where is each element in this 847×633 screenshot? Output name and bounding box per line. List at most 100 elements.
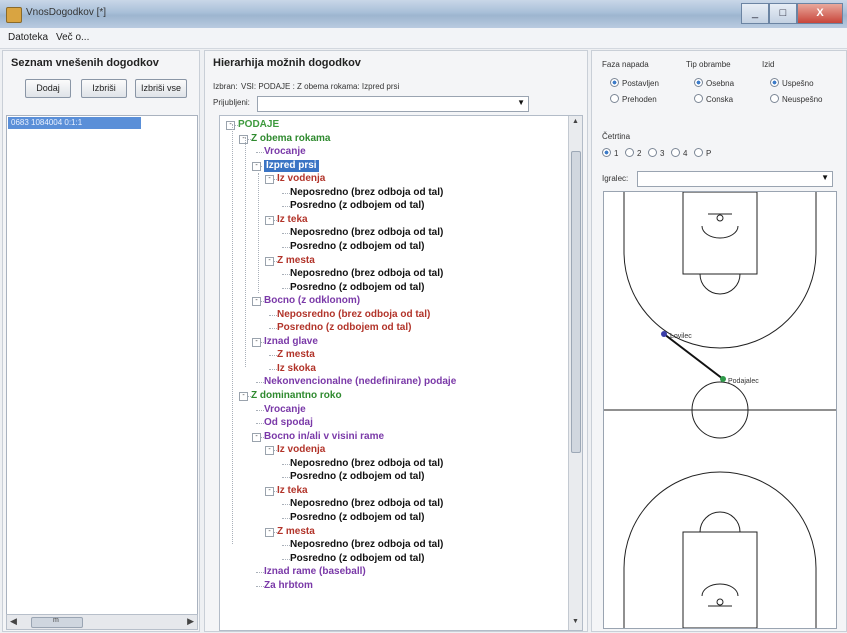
radio-icon[interactable] xyxy=(694,148,703,157)
radio-icon[interactable] xyxy=(694,94,703,103)
radio-icon[interactable] xyxy=(694,78,703,87)
quarter-radio[interactable]: 3 xyxy=(648,148,664,158)
menu-file[interactable]: Datoteka xyxy=(8,32,48,43)
tree-connector xyxy=(256,152,264,154)
maximize-button[interactable]: □ xyxy=(769,3,797,24)
tree-node[interactable]: Posredno (z odbojem od tal) xyxy=(290,200,424,212)
menu-about[interactable]: Več o... xyxy=(56,32,89,43)
expand-collapse-icon[interactable]: - xyxy=(265,175,274,185)
radio-icon[interactable] xyxy=(770,94,779,103)
quarter-radio[interactable]: 2 xyxy=(625,148,641,158)
court-diagram[interactable]: Lovilec Podajalec xyxy=(604,191,836,629)
tree-node[interactable]: Z obema rokama xyxy=(251,133,330,145)
favorites-dropdown[interactable]: ▼ xyxy=(257,96,529,112)
tree-node[interactable]: Posredno (z odbojem od tal) xyxy=(290,471,424,483)
passer-marker[interactable] xyxy=(720,376,726,382)
vertical-scroll-thumb[interactable] xyxy=(571,151,581,453)
quarter-radio[interactable]: 4 xyxy=(671,148,687,158)
scroll-right-icon[interactable]: ▶ xyxy=(187,616,194,627)
tree-node[interactable]: Neposredno (brez odboja od tal) xyxy=(290,498,443,510)
radio-option[interactable]: Prehoden xyxy=(610,94,657,104)
receiver-marker[interactable] xyxy=(661,331,667,337)
chevron-down-icon[interactable]: ▼ xyxy=(517,98,525,107)
expand-collapse-icon[interactable]: - xyxy=(239,392,248,401)
radio-option[interactable]: Osebna xyxy=(694,78,734,88)
radio-option[interactable]: Postavljen xyxy=(610,78,659,88)
scroll-down-icon[interactable]: ▼ xyxy=(572,618,579,625)
tree-node[interactable]: Z mesta xyxy=(277,349,315,361)
radio-icon[interactable] xyxy=(625,148,634,157)
tree-node[interactable]: PODAJE xyxy=(238,119,279,131)
radio-icon[interactable] xyxy=(602,148,611,157)
add-button[interactable]: Dodaj xyxy=(25,79,71,98)
expand-collapse-icon[interactable]: - xyxy=(239,134,248,144)
radio-icon[interactable] xyxy=(610,94,619,103)
hierarchy-title: Hierarhija možnih dogodkov xyxy=(213,57,361,69)
events-listbox[interactable]: 0683 1084004 0:1:1 xyxy=(6,115,198,615)
scroll-up-icon[interactable]: ▲ xyxy=(572,118,579,125)
expand-collapse-icon[interactable]: - xyxy=(265,256,274,266)
tree-node[interactable]: Posredno (z odbojem od tal) xyxy=(290,553,424,565)
expand-collapse-icon[interactable]: - xyxy=(252,337,261,347)
close-button[interactable]: X xyxy=(797,3,843,24)
tree-node[interactable]: Iz vodenja xyxy=(277,444,325,456)
tree-node[interactable]: Iz teka xyxy=(277,485,308,497)
tree-node[interactable]: Iz teka xyxy=(277,214,308,226)
tree-node[interactable]: Iz skoka xyxy=(277,363,316,375)
basketball-court[interactable]: Lovilec Podajalec xyxy=(603,191,837,629)
tree-node[interactable]: Neposredno (brez odboja od tal) xyxy=(290,268,443,280)
tree-node[interactable]: Bocno in/ali v visini rame xyxy=(264,431,384,443)
tree-node[interactable]: Vrocanje xyxy=(264,404,306,416)
tree-node[interactable]: Iznad rame (baseball) xyxy=(264,566,366,578)
expand-collapse-icon[interactable]: - xyxy=(226,121,235,130)
horizontal-scrollbar[interactable]: ◀ m ▶ xyxy=(6,614,198,630)
radio-icon[interactable] xyxy=(648,148,657,157)
radio-option[interactable]: Uspešno xyxy=(770,78,814,88)
delete-all-button[interactable]: Izbriši vse xyxy=(135,79,187,98)
tree-node-selected[interactable]: Izpred prsi xyxy=(263,158,320,173)
tree-node[interactable]: Neposredno (brez odboja od tal) xyxy=(290,187,443,199)
expand-collapse-icon[interactable]: - xyxy=(252,297,261,307)
tree-node[interactable]: Iz vodenja xyxy=(277,173,325,185)
tree-node[interactable]: Iznad glave xyxy=(264,336,318,348)
radio-option[interactable]: Conska xyxy=(694,94,733,104)
radio-icon[interactable] xyxy=(671,148,680,157)
tree-node[interactable]: Vrocanje xyxy=(264,146,306,158)
expand-collapse-icon[interactable]: - xyxy=(265,215,274,225)
scroll-left-icon[interactable]: ◀ xyxy=(10,616,17,627)
tree-node[interactable]: Bocno (z odklonom) xyxy=(264,295,360,307)
expand-collapse-icon[interactable]: - xyxy=(252,432,261,442)
tree-node[interactable]: Od spodaj xyxy=(264,417,313,429)
tree-node[interactable]: Neposredno (brez odboja od tal) xyxy=(277,309,430,321)
delete-button[interactable]: Izbriši xyxy=(81,79,127,98)
minimize-button[interactable]: _ xyxy=(741,3,769,24)
tree-node[interactable]: Neposredno (brez odboja od tal) xyxy=(290,458,443,470)
tree-node[interactable]: Z mesta xyxy=(277,526,315,538)
tree-node[interactable]: Za hrbtom xyxy=(264,580,313,592)
tree-node[interactable]: Z dominantno roko xyxy=(251,390,342,402)
expand-collapse-icon[interactable]: - xyxy=(265,486,274,496)
list-item[interactable]: 0683 1084004 0:1:1 xyxy=(8,117,141,129)
chevron-down-icon[interactable]: ▼ xyxy=(821,173,829,182)
tree-node[interactable]: Posredno (z odbojem od tal) xyxy=(290,241,424,253)
menu-bar: Datoteka Več o... xyxy=(0,28,847,49)
tree-node[interactable]: Posredno (z odbojem od tal) xyxy=(290,512,424,524)
tree-node[interactable]: Posredno (z odbojem od tal) xyxy=(290,282,424,294)
app-window: VnosDogodkov [*] _ □ X Datoteka Več o...… xyxy=(0,0,847,633)
tree-node[interactable]: Posredno (z odbojem od tal) xyxy=(277,322,411,334)
radio-icon[interactable] xyxy=(770,78,779,87)
expand-collapse-icon[interactable]: - xyxy=(265,446,274,456)
tree-node[interactable]: Neposredno (brez odboja od tal) xyxy=(290,227,443,239)
expand-collapse-icon[interactable]: - xyxy=(252,161,261,171)
tree-node[interactable]: Z mesta xyxy=(277,255,315,267)
radio-option[interactable]: Neuspešno xyxy=(770,94,822,104)
tree-node[interactable]: Neposredno (brez odboja od tal) xyxy=(290,539,443,551)
quarter-radio[interactable]: P xyxy=(694,148,711,158)
vertical-scrollbar[interactable]: ▲ ▼ xyxy=(568,116,582,630)
radio-icon[interactable] xyxy=(610,78,619,87)
expand-collapse-icon[interactable]: - xyxy=(265,527,274,537)
tree-node[interactable]: Nekonvencionalne (nedefinirane) podaje xyxy=(264,376,456,388)
player-dropdown[interactable]: ▼ xyxy=(637,171,833,187)
event-tree[interactable]: ▲ ▼ - PODAJE - Z obema rokama Vrocanje - Izpre… xyxy=(219,115,583,631)
quarter-radio[interactable]: 1 xyxy=(602,148,618,158)
